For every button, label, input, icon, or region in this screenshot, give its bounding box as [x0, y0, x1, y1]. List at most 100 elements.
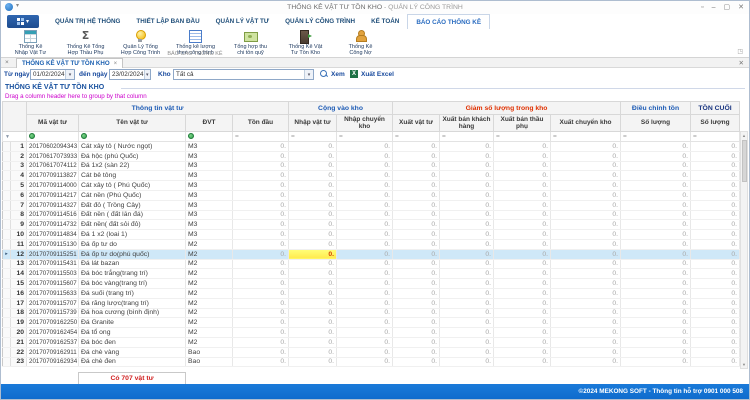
cell-value[interactable]: 0.	[393, 161, 440, 171]
cell-value[interactable]: 0.	[289, 288, 337, 298]
cell-ten-vat-tu[interactable]: Đá hộc (phú Quốc)	[79, 151, 186, 161]
cell-value[interactable]: 0.	[233, 269, 289, 279]
cell-value[interactable]: 0.	[393, 239, 440, 249]
cell-value[interactable]: 0.	[289, 230, 337, 240]
cell-dvt[interactable]: M3	[186, 181, 233, 191]
filter-cell[interactable]: =	[440, 132, 494, 142]
cell-value[interactable]: 0.	[440, 337, 494, 347]
cell-ten-vat-tu[interactable]: Đá ốp tư do(phú quốc)	[79, 249, 186, 259]
ribbon-dialog-launcher-icon[interactable]: ◳	[737, 48, 743, 55]
cell-ten-vat-tu[interactable]: Đá bóc vàng(trang trí)	[79, 279, 186, 289]
cell-value[interactable]: 0.	[551, 337, 621, 347]
cell-value[interactable]: 0.	[440, 288, 494, 298]
cell-value[interactable]: 0.	[393, 190, 440, 200]
cell-dvt[interactable]: M3	[186, 230, 233, 240]
cell-value[interactable]: 0.	[494, 142, 551, 152]
cell-dvt[interactable]: M2	[186, 249, 233, 259]
cell-value[interactable]: 0.	[494, 318, 551, 328]
cell-value[interactable]: 0.	[337, 269, 393, 279]
cell-value[interactable]: 0.	[551, 288, 621, 298]
cell-ten-vat-tu[interactable]: Đá 1x2 (sàn 22)	[79, 161, 186, 171]
cell-value[interactable]: 0.	[337, 181, 393, 191]
cell-value[interactable]: 0.	[440, 298, 494, 308]
column-group-header[interactable]: Cộng vào kho	[289, 102, 393, 115]
cell-value[interactable]: 0.	[494, 200, 551, 210]
cell-value[interactable]: 0.	[289, 161, 337, 171]
cell-value[interactable]: 0.	[393, 230, 440, 240]
cell-value[interactable]: 0.	[440, 181, 494, 191]
cell-value[interactable]: 0.	[393, 337, 440, 347]
cell-value[interactable]: 0.	[440, 259, 494, 269]
cell-value[interactable]: 0.	[551, 181, 621, 191]
cell-dvt[interactable]: M3	[186, 142, 233, 152]
cell-value[interactable]: 0.	[337, 190, 393, 200]
cell-ten-vat-tu[interactable]: Cát xây tô ( Phú Quốc)	[79, 181, 186, 191]
export-excel-button[interactable]: XXuất Excel	[350, 70, 394, 78]
minimize-icon[interactable]: –	[712, 2, 716, 13]
cell-value[interactable]: 0.	[393, 171, 440, 181]
cell-value[interactable]: 0.	[494, 181, 551, 191]
cell-value[interactable]: 0.	[621, 190, 691, 200]
cell-value[interactable]: 0.	[691, 151, 740, 161]
cell-value[interactable]: 0.	[233, 259, 289, 269]
scroll-up-icon[interactable]: ▲	[741, 132, 747, 139]
cell-value[interactable]: 0.	[551, 239, 621, 249]
cell-ma-vat-tu[interactable]: 20170709114000	[27, 181, 79, 191]
cell-value[interactable]: 0.	[337, 239, 393, 249]
cell-ma-vat-tu[interactable]: 20170709115607	[27, 279, 79, 289]
cell-value[interactable]: 0.	[393, 210, 440, 220]
cell-dvt[interactable]: M3	[186, 210, 233, 220]
document-tab-active[interactable]: THỐNG KÊ VẬT TƯ TỒN KHO ×	[16, 58, 123, 68]
cell-value[interactable]: 0.	[337, 220, 393, 230]
cell-value[interactable]: 0.	[551, 279, 621, 289]
column-header-3[interactable]: ĐVT	[186, 115, 233, 132]
cell-ten-vat-tu[interactable]: Đá lát bazan	[79, 259, 186, 269]
cell-value[interactable]: 0.	[691, 259, 740, 269]
cell-value[interactable]: 0.	[233, 249, 289, 259]
cell-value[interactable]: 0.	[337, 200, 393, 210]
cell-dvt[interactable]: M2	[186, 298, 233, 308]
column-header-7[interactable]: Xuất vật tư	[393, 115, 440, 132]
cell-value[interactable]: 0.	[691, 308, 740, 318]
cell-value[interactable]: 0.	[440, 161, 494, 171]
cell-ten-vat-tu[interactable]: Đá chè đen	[79, 357, 186, 367]
cell-value[interactable]: 0.	[233, 357, 289, 367]
cell-value[interactable]: 0.	[691, 269, 740, 279]
cell-value[interactable]: 0.	[691, 279, 740, 289]
column-header-6[interactable]: Nhập chuyển kho	[337, 115, 393, 132]
cell-value[interactable]: 0.	[691, 328, 740, 338]
cell-value[interactable]: 0.	[337, 279, 393, 289]
filter-cell[interactable]	[27, 132, 79, 142]
cell-value[interactable]: 0.	[289, 308, 337, 318]
cell-value[interactable]: 0.	[621, 269, 691, 279]
cell-value[interactable]: 0.	[691, 210, 740, 220]
cell-value[interactable]: 0.	[233, 171, 289, 181]
cell-value[interactable]: 0.	[621, 249, 691, 259]
cell-value[interactable]: 0.	[494, 249, 551, 259]
cell-value[interactable]: 0.	[393, 269, 440, 279]
cell-ma-vat-tu[interactable]: 20170709162911	[27, 347, 79, 357]
cell-ma-vat-tu[interactable]: 20170709114217	[27, 190, 79, 200]
cell-value[interactable]: 0.	[393, 288, 440, 298]
cell-dvt[interactable]: M2	[186, 269, 233, 279]
cell-value[interactable]: 0.	[621, 347, 691, 357]
cell-value[interactable]: 0.	[440, 239, 494, 249]
cell-value[interactable]: 0.	[494, 259, 551, 269]
cell-value[interactable]: 0.	[289, 142, 337, 152]
cell-dvt[interactable]: M3	[186, 220, 233, 230]
column-group-header[interactable]: TỒN CUỐI	[691, 102, 740, 115]
cell-value[interactable]: 0.	[393, 279, 440, 289]
cell-value[interactable]: 0.	[393, 357, 440, 367]
cell-value[interactable]: 0.	[337, 151, 393, 161]
cell-value[interactable]: 0.	[337, 161, 393, 171]
warehouse-select[interactable]: Tất cả▾	[173, 69, 314, 80]
cell-value[interactable]: 0.	[691, 357, 740, 367]
cell-value[interactable]: 0.	[621, 171, 691, 181]
cell-value[interactable]: 0.	[494, 279, 551, 289]
cell-ten-vat-tu[interactable]: Cát bê tông	[79, 171, 186, 181]
cell-value[interactable]: 0.	[551, 161, 621, 171]
cell-value[interactable]: 0.	[551, 308, 621, 318]
cell-value[interactable]: 0.	[337, 259, 393, 269]
cell-value[interactable]: 0.	[393, 142, 440, 152]
cell-dvt[interactable]: M2	[186, 337, 233, 347]
